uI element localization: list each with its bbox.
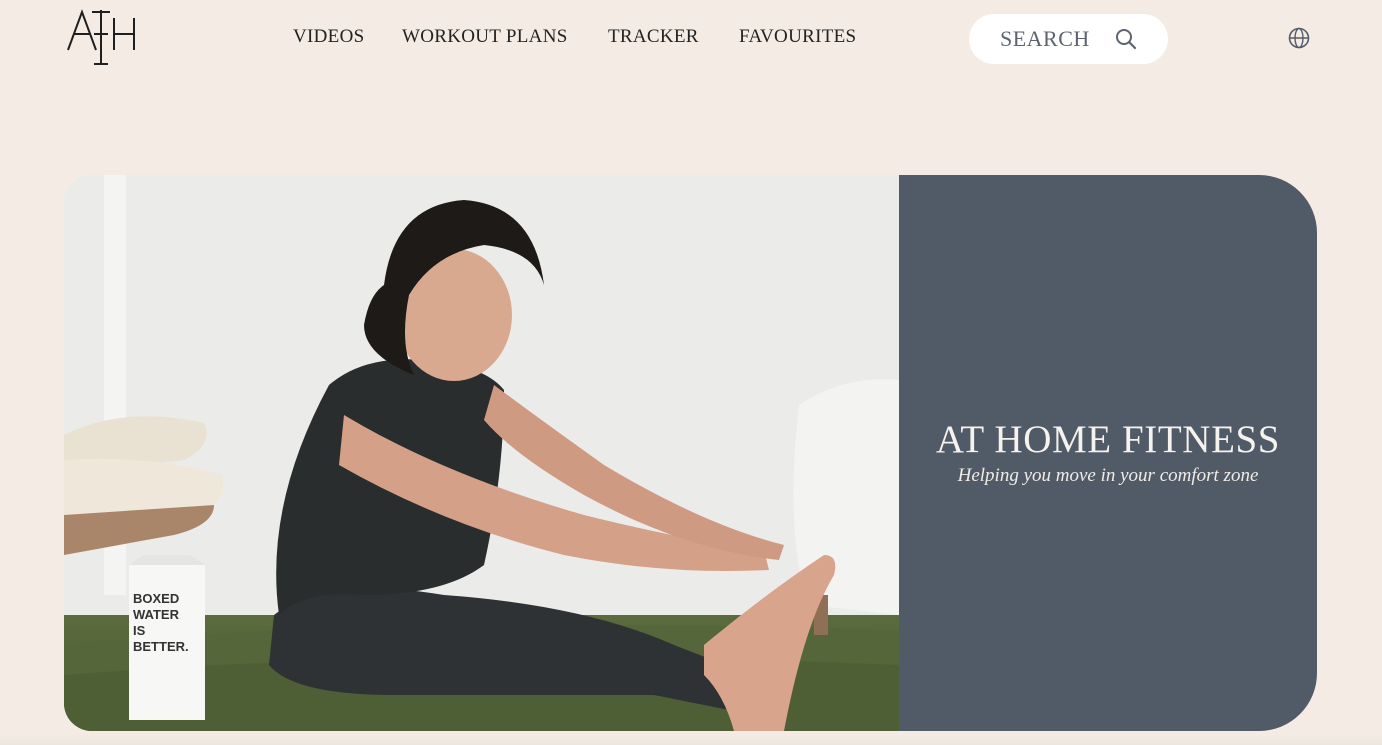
hero-title: AT HOME FITNESS [935,418,1281,461]
page-bottom-edge [0,735,1382,745]
svg-text:BETTER.: BETTER. [133,639,189,654]
search-button[interactable]: SEARCH [969,14,1168,64]
hero-subtitle: Helping you move in your comfort zone [957,465,1259,486]
hero-panel: AT HOME FITNESS Helping you move in your… [899,175,1317,731]
afh-monogram-icon [67,9,135,65]
carton-text: BOXED [133,591,179,606]
hero-banner: BOXED WATER IS BETTER. AT HOME FITNESS H… [64,175,1317,731]
nav-item-tracker[interactable]: TRACKER [608,26,699,48]
nav-item-workout-plans[interactable]: WORKOUT PLANS [402,26,568,48]
nav-item-videos[interactable]: VIDEOS [293,26,364,48]
globe-icon[interactable] [1288,27,1310,49]
search-icon [1116,29,1137,50]
hero-photo: BOXED WATER IS BETTER. [64,175,899,731]
woman-stretching-illustration: BOXED WATER IS BETTER. [64,175,899,731]
svg-text:IS: IS [133,623,146,638]
logo[interactable] [64,4,140,68]
nav-item-favourites[interactable]: FAVOURITES [739,26,856,48]
svg-text:WATER: WATER [133,607,180,622]
search-label: SEARCH [1000,26,1090,51]
